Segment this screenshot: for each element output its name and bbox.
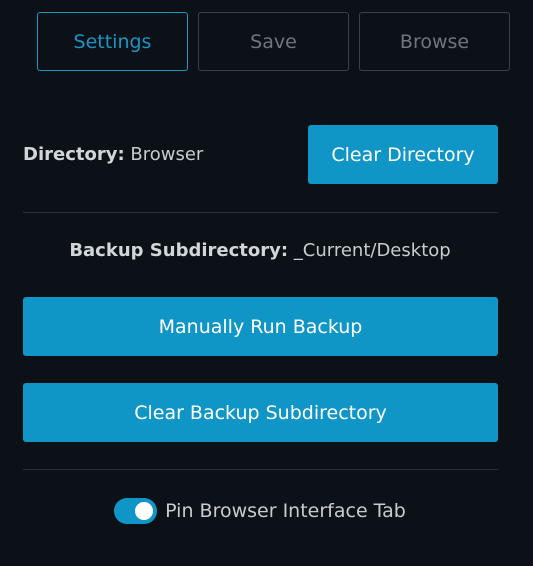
tab-browse[interactable]: Browse — [359, 12, 510, 71]
directory-row: Directory: Browser Clear Directory — [23, 125, 498, 184]
backup-subdirectory-value: _Current/Desktop — [293, 240, 451, 261]
run-backup-button[interactable]: Manually Run Backup — [23, 297, 498, 356]
divider — [23, 212, 498, 213]
toggle-knob — [135, 502, 154, 520]
tab-save[interactable]: Save — [198, 12, 349, 71]
clear-directory-button[interactable]: Clear Directory — [308, 125, 498, 184]
backup-subdirectory-info: Backup Subdirectory: _Current/Desktop — [0, 240, 520, 261]
pin-tab-label: Pin Browser Interface Tab — [165, 500, 406, 522]
settings-panel: Settings Save Browse Directory: Browser … — [0, 0, 533, 566]
tab-settings[interactable]: Settings — [37, 12, 188, 71]
backup-subdirectory-label: Backup Subdirectory: — [69, 240, 289, 261]
directory-value: Browser — [130, 144, 204, 165]
tab-bar: Settings Save Browse — [37, 12, 510, 71]
pin-tab-toggle[interactable] — [114, 498, 158, 524]
pin-tab-row: Pin Browser Interface Tab — [0, 498, 520, 524]
clear-backup-subdirectory-button[interactable]: Clear Backup Subdirectory — [23, 383, 498, 442]
divider — [23, 469, 498, 470]
directory-info: Directory: Browser — [23, 144, 203, 165]
directory-label: Directory: — [23, 144, 125, 165]
